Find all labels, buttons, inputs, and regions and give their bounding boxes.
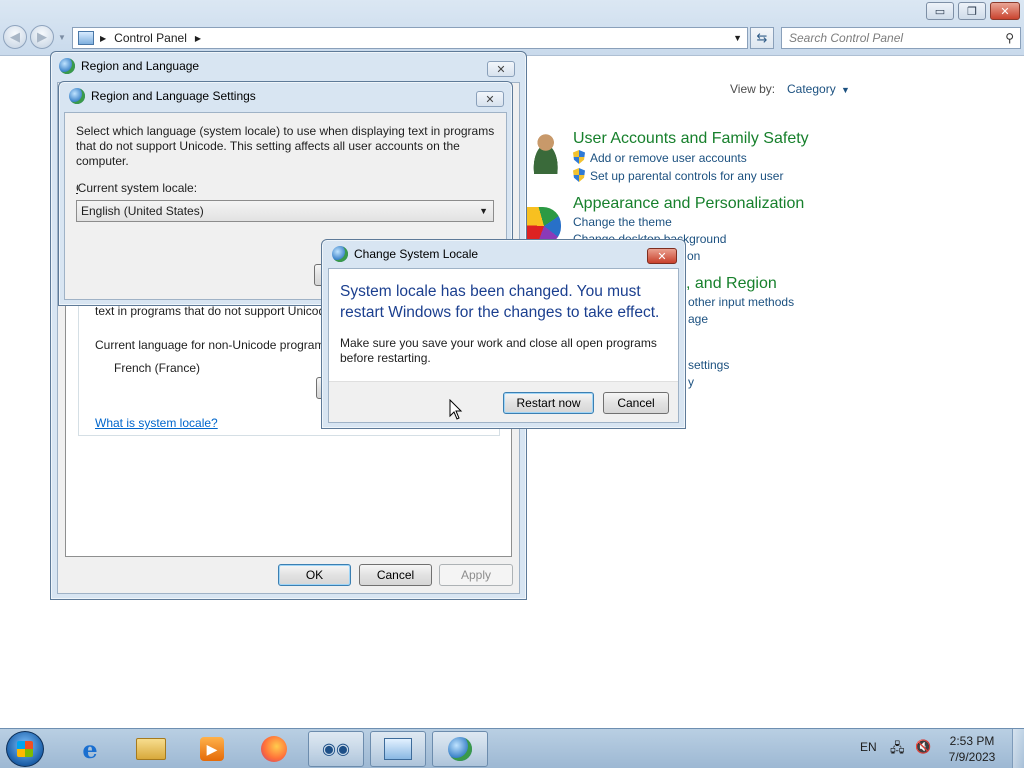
current-system-locale-label: CCurrent system locale:	[76, 181, 198, 195]
close-button[interactable]: ✕	[990, 2, 1020, 20]
settings-link-partial[interactable]: settings	[688, 358, 729, 372]
recent-pages-icon[interactable]: ▼	[58, 33, 66, 42]
appearance-link-partial[interactable]: on	[687, 249, 700, 263]
cancel-button[interactable]: Cancel	[359, 564, 432, 586]
forward-button[interactable]: ▶	[30, 25, 54, 49]
apply-button[interactable]: Apply	[439, 564, 513, 586]
system-locale-description: Select which language (system locale) to…	[76, 124, 495, 168]
address-dropdown-icon[interactable]: ▼	[733, 33, 742, 43]
input-methods-link[interactable]: other input methods	[688, 295, 794, 309]
clock-time: 2:53 PM	[949, 734, 995, 748]
current-language-value: French (France)	[114, 361, 201, 375]
dropdown-arrow-icon: ▼	[479, 206, 488, 216]
internet-explorer-icon[interactable]: e	[62, 731, 118, 767]
system-locale-value: English (United States)	[81, 204, 204, 218]
dropdown-arrow-icon: ▼	[841, 85, 850, 95]
region-language-close-button[interactable]: ✕	[487, 61, 515, 77]
change-theme-link[interactable]: Change the theme	[573, 215, 672, 229]
windows-explorer-icon[interactable]	[123, 731, 179, 767]
clock-region-heading[interactable]: , and Region	[686, 275, 777, 293]
address-bar[interactable]: ▶ Control Panel ▶ ▼	[72, 27, 748, 49]
volume-muted-icon[interactable]: 🔇	[915, 739, 933, 755]
search-placeholder: Search Control Panel	[789, 31, 904, 45]
change-locale-title: Change System Locale	[354, 247, 479, 261]
mouse-cursor-icon	[449, 399, 463, 420]
breadcrumb-chevron-icon[interactable]: ▶	[195, 34, 201, 43]
clock[interactable]: 2:53 PM 7/9/2023	[944, 733, 1000, 765]
breadcrumb-separator-icon[interactable]: ▶	[100, 34, 106, 43]
taskbar: e ▶ ◉◉ EN 🖧 🔇 2:53 PM 7/9/2023	[0, 728, 1024, 768]
refresh-icon[interactable]: ⇆	[750, 27, 774, 49]
language-link-partial[interactable]: age	[688, 312, 708, 326]
restart-detail: Make sure you save your work and close a…	[340, 336, 657, 365]
change-locale-cancel-button[interactable]: Cancel	[603, 392, 669, 414]
back-button[interactable]: ◀	[3, 25, 27, 49]
uac-shield-icon	[573, 150, 585, 164]
clock-date: 7/9/2023	[948, 750, 996, 764]
change-locale-titlebar: Change System Locale	[322, 240, 685, 268]
view-by-label: View by:	[730, 82, 776, 96]
control-panel-icon	[78, 31, 94, 45]
settings-dialog-title: Region and Language Settings	[91, 89, 256, 103]
search-input[interactable]: Search Control Panel ⚲	[781, 27, 1021, 49]
globe-icon	[332, 246, 348, 262]
uac-shield-icon	[573, 168, 585, 182]
current-language-label: Current language for non-Unicode program	[95, 338, 325, 352]
minimize-button[interactable]: ▭	[926, 2, 954, 20]
start-button[interactable]	[6, 731, 44, 767]
ok-button[interactable]: OK	[278, 564, 351, 586]
change-locale-body: System locale has been changed. You must…	[328, 268, 679, 423]
view-by-dropdown[interactable]: Category ▼	[787, 82, 850, 96]
windows-logo-icon	[17, 741, 33, 757]
parental-controls-link[interactable]: Set up parental controls for any user	[573, 168, 783, 183]
region-language-taskbar-icon[interactable]	[432, 731, 488, 767]
user-accounts-icon[interactable]	[527, 132, 561, 174]
change-locale-button-bar: Restart now Cancel	[329, 381, 678, 422]
change-locale-close-button[interactable]: ✕	[647, 248, 677, 264]
media-player-icon[interactable]: ▶	[184, 731, 240, 767]
settings-dialog-close-button[interactable]: ✕	[476, 91, 504, 107]
globe-icon	[69, 88, 85, 104]
restart-now-button[interactable]: Restart now	[503, 392, 594, 414]
network-icon[interactable]: 🖧	[890, 739, 906, 755]
view-by-value: Category	[787, 82, 836, 96]
control-panel-taskbar-icon[interactable]	[370, 731, 426, 767]
narrator-eyes-icon[interactable]: ◉◉	[308, 731, 364, 767]
system-locale-dropdown[interactable]: English (United States) ▼	[76, 200, 494, 222]
globe-icon	[59, 58, 75, 74]
add-remove-accounts-link[interactable]: Add or remove user accounts	[573, 150, 747, 165]
show-desktop-button[interactable]	[1012, 729, 1024, 768]
settings-dialog-titlebar: Region and Language Settings	[59, 82, 512, 110]
language-indicator[interactable]: EN	[860, 740, 877, 754]
restart-message: System locale has been changed. You must…	[340, 283, 660, 321]
breadcrumb-control-panel[interactable]: Control Panel	[114, 31, 187, 45]
ease-link-partial[interactable]: y	[688, 375, 694, 389]
unicode-description-partial: text in programs that do not support Uni…	[95, 304, 326, 318]
user-accounts-heading[interactable]: User Accounts and Family Safety	[573, 130, 809, 148]
region-language-title: Region and Language	[81, 59, 200, 73]
region-language-titlebar: Region and Language	[51, 52, 526, 80]
search-icon[interactable]: ⚲	[1005, 31, 1014, 45]
what-is-system-locale-link[interactable]: What is system locale?	[95, 416, 218, 430]
appearance-heading[interactable]: Appearance and Personalization	[573, 195, 804, 213]
firefox-icon[interactable]	[246, 731, 302, 767]
change-system-locale-dialog: Change System Locale ✕ System locale has…	[321, 239, 686, 429]
restore-button[interactable]: ❐	[958, 2, 986, 20]
